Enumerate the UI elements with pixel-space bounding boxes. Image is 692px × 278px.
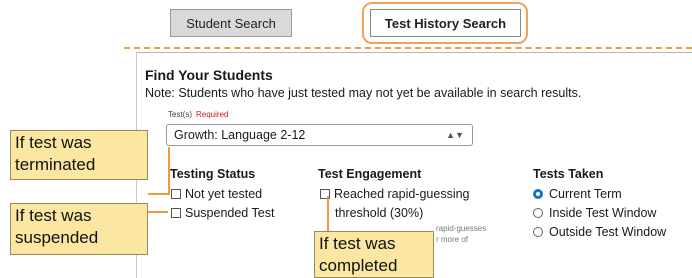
inside-test-window-radio[interactable] (533, 208, 543, 218)
completed-callout-line2: completed (319, 256, 398, 275)
tab-student-search[interactable]: Student Search (170, 9, 292, 37)
outside-test-window-label: Outside Test Window (549, 225, 667, 239)
suspended-connector (148, 211, 168, 213)
terminated-callout: If test was terminated (10, 130, 148, 180)
terminated-callout-line1: If test was (15, 133, 92, 152)
testing-status-heading: Testing Status (170, 167, 256, 181)
current-term-label: Current Term (549, 187, 622, 201)
test-select-value: Growth: Language 2-12 (174, 128, 306, 142)
test-select[interactable]: Growth: Language 2-12 ▲▼ (166, 124, 473, 146)
suspended-test-option[interactable]: Suspended Test (171, 205, 274, 221)
suspended-callout-line2: suspended (15, 228, 99, 247)
suspended-callout: If test was suspended (10, 203, 148, 255)
tab-test-history-search[interactable]: Test History Search (370, 9, 521, 37)
test-history-search-screen: Student Search Test History Search Find … (0, 0, 692, 278)
not-yet-tested-option[interactable]: Not yet tested (171, 186, 262, 202)
suspended-test-label: Suspended Test (185, 206, 275, 220)
terminated-connector (148, 147, 170, 195)
rapid-guesses-faded-text: rapid-guesses (436, 224, 487, 233)
page-title: Find Your Students (145, 67, 273, 83)
tests-taken-heading: Tests Taken (533, 167, 604, 181)
test-engagement-heading: Test Engagement (318, 167, 422, 181)
completed-callout-line1: If test was (319, 234, 396, 253)
more-of-faded-text: r more of (436, 235, 469, 244)
inside-test-window-option[interactable]: Inside Test Window (533, 205, 656, 221)
rapid-guessing-label-1: Reached rapid-guessing (334, 187, 470, 201)
current-term-radio[interactable] (533, 189, 543, 199)
tests-label: Test(s) (168, 110, 192, 119)
terminated-callout-line2: terminated (15, 155, 96, 174)
inside-test-window-label: Inside Test Window (549, 206, 657, 220)
rapid-guessing-label-2: threshold (30%) (335, 206, 424, 220)
tests-field-label: Test(s) Required (168, 110, 228, 119)
completed-callout: If test was completed (314, 231, 434, 278)
tab-divider (136, 52, 692, 53)
dashed-annotation-line (124, 47, 692, 49)
outside-test-window-radio[interactable] (533, 227, 543, 237)
search-note: Note: Students who have just tested may … (145, 86, 582, 100)
not-yet-tested-checkbox[interactable] (171, 189, 181, 199)
suspended-test-checkbox[interactable] (171, 208, 181, 218)
rapid-guessing-option[interactable]: Reached rapid-guessing (320, 186, 470, 202)
select-arrows-icon: ▲▼ (446, 130, 464, 140)
required-label: Required (196, 110, 229, 119)
current-term-option[interactable]: Current Term (533, 186, 622, 202)
outside-test-window-option[interactable]: Outside Test Window (533, 224, 666, 240)
not-yet-tested-label: Not yet tested (185, 187, 263, 201)
suspended-callout-line1: If test was (15, 206, 92, 225)
